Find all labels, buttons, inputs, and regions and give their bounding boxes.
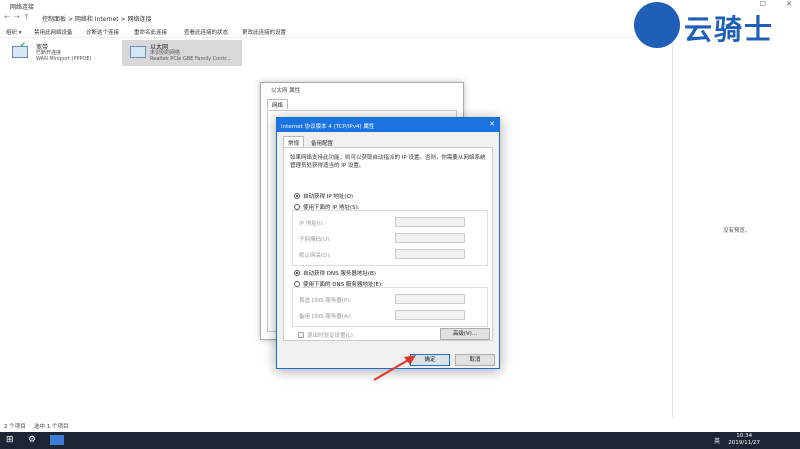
toolbar-change-settings[interactable]: 更改此连接的设置 [242,28,286,36]
network-adapter-icon [130,46,146,58]
auto-ip-radio[interactable] [294,193,300,199]
ipv4-properties-dialog: Internet 协议版本 4 (TCP/IPv4) 属性 ✕ 常规 备用配置 … [276,117,500,369]
toolbar-organize[interactable]: 组织 ▾ [6,28,22,36]
alternate-dns-field[interactable] [395,310,465,320]
dialog-titlebar: Internet 协议版本 4 (TCP/IPv4) 属性 [277,118,499,132]
dialog-title: 以太网 属性 [271,88,301,94]
preview-pane: 没有预览。 [672,26,800,418]
preferred-dns-field[interactable] [395,294,465,304]
arrow-shaft [373,358,411,381]
selected-count: 选中 1 个项目 [34,424,69,430]
cancel-button[interactable]: 取消 [455,354,495,366]
breadcrumb-item[interactable]: 网络和 Internet [75,16,119,23]
breadcrumb[interactable]: 控制面板 > 网络和 Internet > 网络连接 [42,14,152,23]
auto-dns-radio[interactable] [294,270,300,276]
clock-date: 2019/11/27 [728,440,760,446]
ip-address-field[interactable] [395,217,465,227]
description-text: 如果网络支持此功能，则可以获取自动指派的 IP 设置。否则，你需要从网络系统管理… [290,155,486,169]
explorer-taskbar-icon[interactable] [50,435,64,445]
validate-label[interactable]: 退出时验证设置(L) [307,331,353,339]
connection-device: Realtek PCIe GBE Family Contr... [150,56,231,62]
check-icon: ✔ [20,41,26,49]
connection-device: WAN Miniport (PPPOE) [36,56,92,62]
preferred-dns-label: 首选 DNS 服务器(P): [299,298,352,304]
nav-arrows-icon[interactable]: ←→↑ [4,13,34,21]
breadcrumb-item[interactable]: 控制面板 [42,16,66,23]
gateway-label: 默认网关(D): [299,253,332,259]
breadcrumb-item[interactable]: 网络连接 [128,16,152,23]
auto-ip-label[interactable]: 自动获得 IP 地址(O) [303,192,353,200]
tab-alternate-config[interactable]: 备用配置 [307,137,337,147]
watermark-text: 云骑士 [684,13,775,46]
connection-status: 已断开连接 [36,50,62,56]
taskbar: ⊞ ⚙ 英 10:34 2019/11/27 [0,432,800,449]
toolbar-disable-device[interactable]: 禁用此网络设备 [34,28,73,36]
subnet-mask-field[interactable] [395,233,465,243]
clock[interactable]: 10:34 2019/11/27 [728,433,760,447]
tray-ime[interactable]: 英 [714,436,720,445]
close-icon[interactable]: ✕ [489,120,495,128]
toolbar-view-status[interactable]: 查看此连接的状态 [184,28,228,36]
pointer-arrow-icon [373,355,416,381]
clock-time: 10:34 [736,433,753,439]
ip-address-label: IP 地址(I): [299,221,325,227]
dialog-title: Internet 协议版本 4 (TCP/IPv4) 属性 [281,124,375,130]
auto-dns-label[interactable]: 自动获得 DNS 服务器地址(B) [303,269,376,277]
settings-gear-icon[interactable]: ⚙ [28,435,36,445]
dns-settings-group: 首选 DNS 服务器(P): 备用 DNS 服务器(A): [292,287,488,327]
arrow-head [404,355,416,365]
command-toolbar: 组织 ▾ 禁用此网络设备 诊断这个连接 重命名此连接 查看此连接的状态 更改此连… [0,26,672,38]
tab-general[interactable]: 常规 [283,136,305,147]
toolbar-diagnose[interactable]: 诊断这个连接 [86,28,119,36]
connection-status: 未识别的网络 [150,50,181,56]
item-count: 2 个项目 [4,424,26,430]
connection-broadband[interactable]: ✔ 宽带 已断开连接 WAN Miniport (PPPOE) [4,40,124,66]
preview-message: 没有预览。 [723,228,751,234]
connection-ethernet[interactable]: 以太网 未识别的网络 Realtek PCIe GBE Family Contr… [122,40,242,66]
toolbar-rename[interactable]: 重命名此连接 [134,28,167,36]
watermark-logo: 云骑士 [632,0,800,52]
alternate-dns-label: 备用 DNS 服务器(A): [299,314,352,320]
subnet-mask-label: 子网掩码(U): [299,237,332,243]
validate-checkbox[interactable] [298,332,304,338]
gateway-field[interactable] [395,249,465,259]
windows-start-icon[interactable]: ⊞ [6,435,14,445]
tab-network[interactable]: 网络 [267,99,289,109]
window-title: 网络连接 [10,4,35,11]
general-panel: 如果网络支持此功能，则可以获取自动指派的 IP 设置。否则，你需要从网络系统管理… [283,147,493,341]
status-bar: 2 个项目 选中 1 个项目 [0,418,800,432]
ip-settings-group: IP 地址(I): 子网掩码(U): 默认网关(D): [292,210,488,266]
knight-logo-icon [634,2,680,48]
advanced-button[interactable]: 高级(V)... [440,328,490,340]
